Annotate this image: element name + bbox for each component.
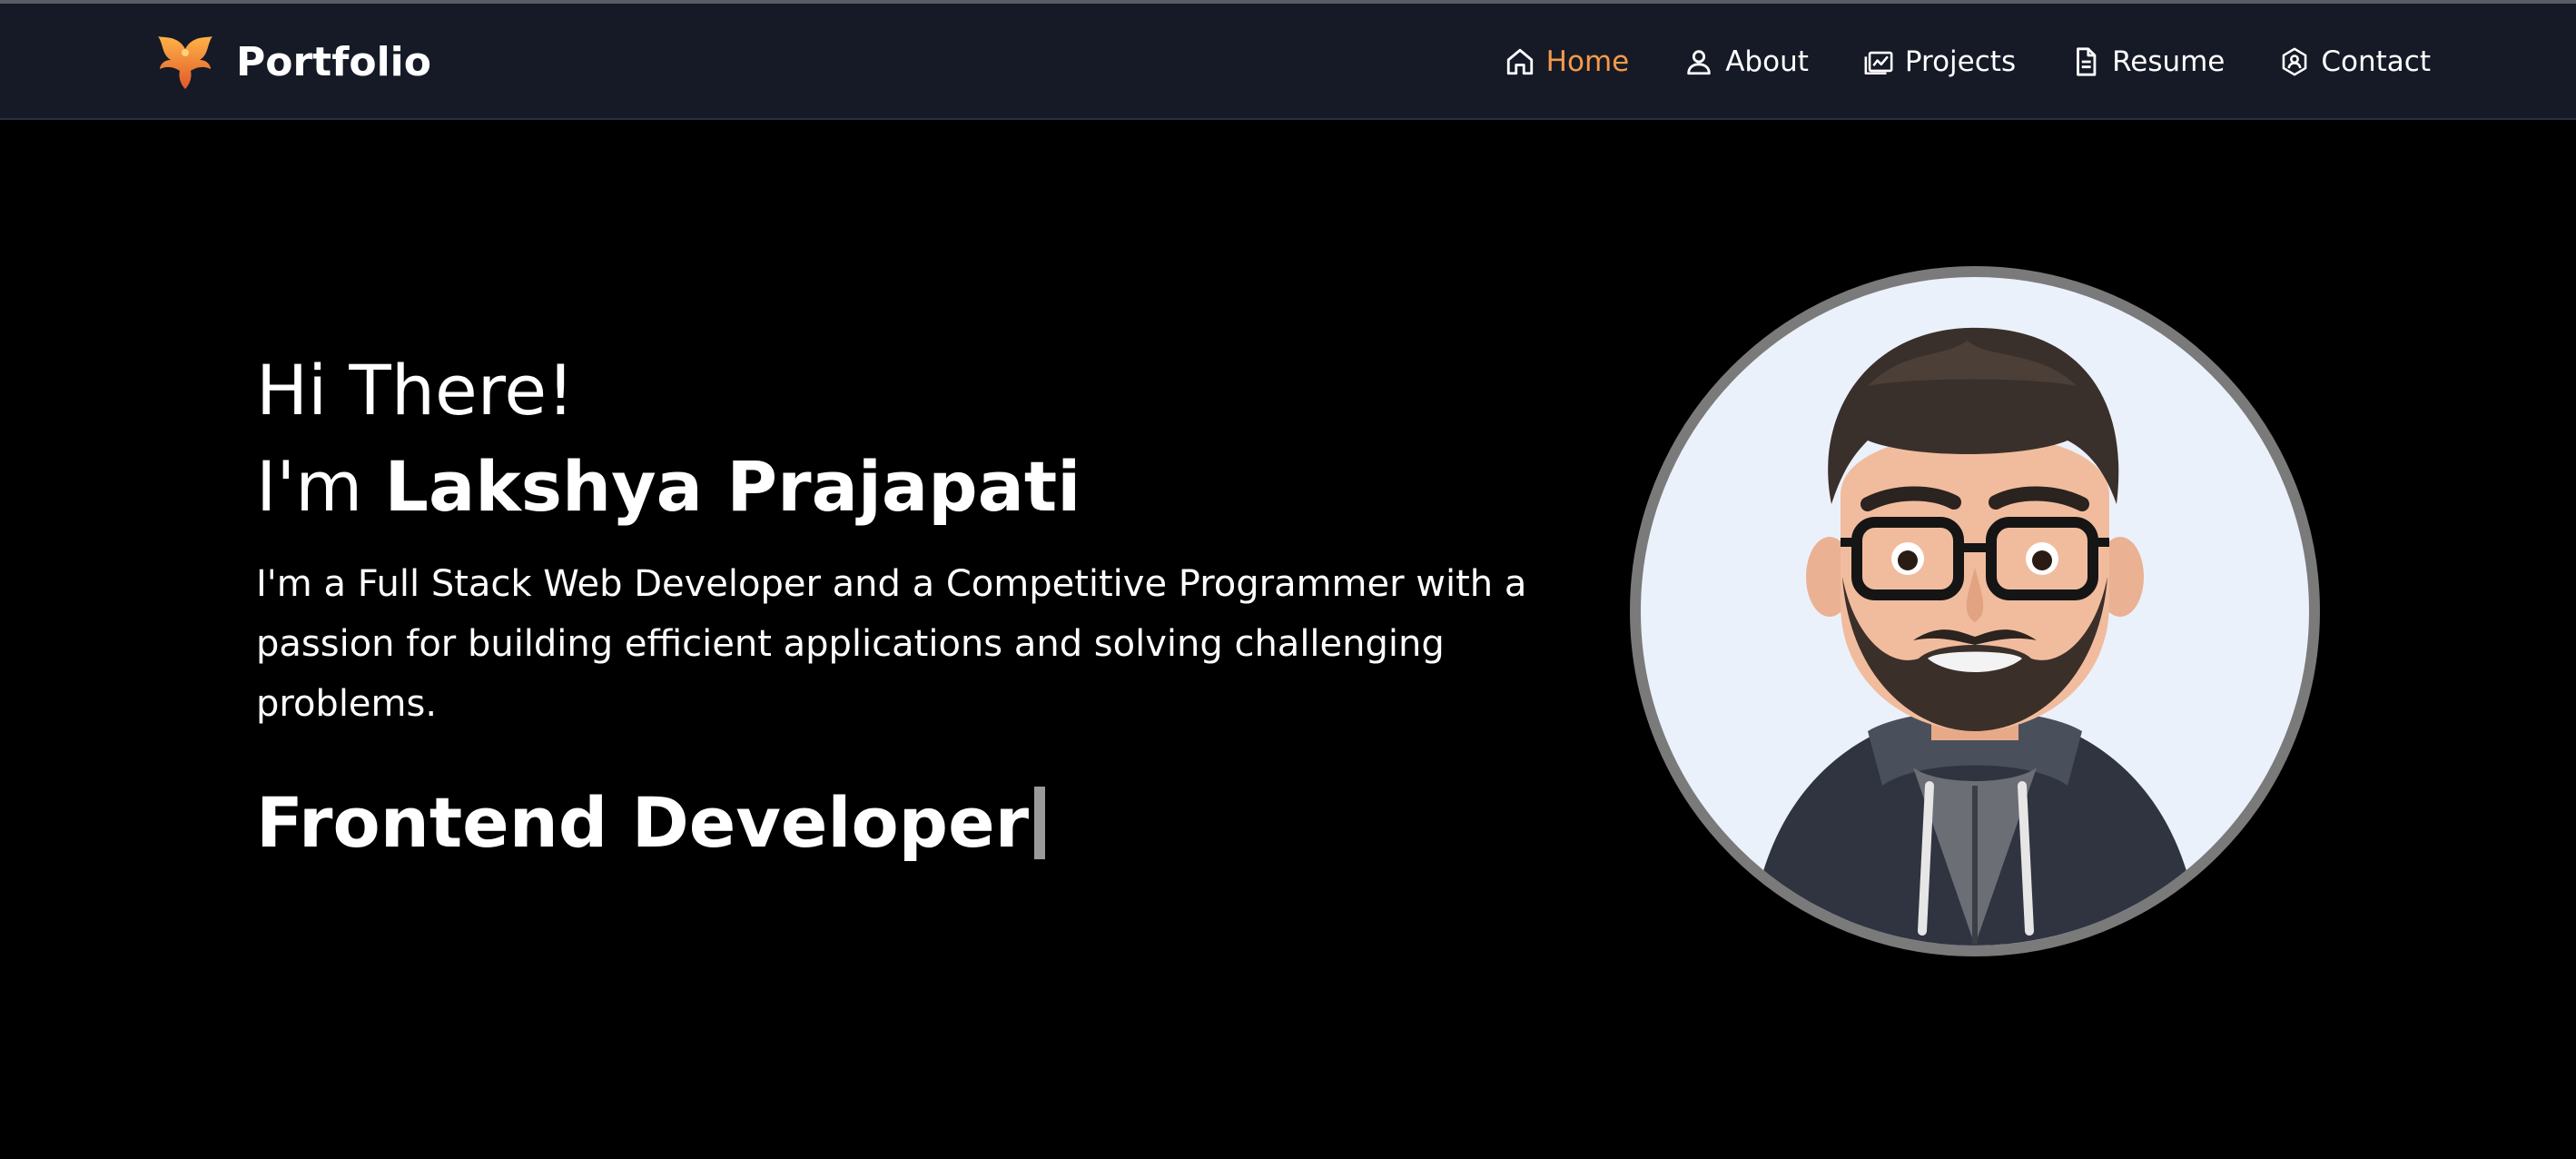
hero-text: Hi There! I'm Lakshya Prajapati I'm a Fu…	[256, 345, 1573, 868]
hero-bio: I'm a Full Stack Web Developer and a Com…	[256, 563, 1527, 725]
nav-item-about-label: About	[1725, 45, 1809, 78]
phoenix-logo-icon	[154, 31, 216, 93]
hero-name: Lakshya Prajapati	[384, 446, 1081, 527]
home-icon	[1505, 46, 1535, 77]
projects-icon	[1863, 46, 1894, 77]
hero-intro: I'm Lakshya Prajapati	[256, 436, 1573, 538]
brand-title: Portfolio	[236, 38, 431, 85]
nav-item-about[interactable]: About	[1683, 45, 1809, 78]
user-icon	[1683, 46, 1714, 77]
typewriter-role: Frontend Developer	[256, 778, 1573, 868]
contact-icon	[2279, 46, 2310, 77]
nav-item-projects-label: Projects	[1904, 45, 2017, 78]
avatar-illustration	[1750, 327, 2200, 946]
document-icon	[2070, 46, 2101, 77]
nav-item-contact-label: Contact	[2321, 45, 2431, 78]
hero-intro-prefix: I'm	[256, 446, 363, 527]
typewriter-cursor	[1034, 787, 1046, 859]
brand-link[interactable]: Portfolio	[154, 31, 431, 93]
hero-greeting: Hi There!	[256, 350, 575, 431]
nav-item-home[interactable]: Home	[1505, 45, 1630, 78]
nav-item-contact[interactable]: Contact	[2279, 45, 2431, 78]
typewriter-text: Frontend Developer	[256, 782, 1030, 863]
nav-item-home-label: Home	[1545, 45, 1630, 78]
nav-item-projects[interactable]: Projects	[1863, 45, 2016, 78]
nav-item-resume-label: Resume	[2112, 45, 2226, 78]
navbar: Portfolio Home About Projects Resume Con…	[0, 4, 2576, 120]
nav-item-resume[interactable]: Resume	[2070, 45, 2225, 78]
profile-avatar	[1630, 266, 2320, 956]
nav-menu: Home About Projects Resume Contact	[1450, 31, 2431, 93]
